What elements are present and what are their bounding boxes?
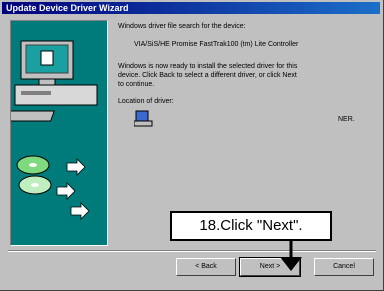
window-title: Update Device Driver Wizard [6,3,129,13]
button-separator [8,250,376,252]
arrow-icon [56,158,90,220]
cancel-button[interactable]: Cancel [314,258,374,276]
cd-disc-icon [16,155,52,195]
title-bar: Update Device Driver Wizard [2,2,380,14]
instruction-callout: 18.Click "Next". [170,211,332,241]
wizard-window: Update Device Driver Wizard Windows driv… [0,0,384,291]
device-name: VIA/SiS/HE Promise FastTrak100 (tm) Lite… [134,41,299,48]
wizard-illustration [0,20,108,246]
callout-text: 18.Click "Next". [199,217,303,234]
next-button[interactable]: Next > [239,257,301,277]
ready-text-1: Windows is now ready to install the sele… [118,63,298,70]
ready-text-2: device. Click Back to select a different… [118,72,297,79]
search-heading: Windows driver file search for the devic… [118,23,246,30]
driver-file-icon [134,110,153,127]
location-path: NER. [338,116,355,123]
location-label: Location of driver: [118,98,174,105]
ready-text-3: to continue. [118,81,155,88]
computer-icon [0,40,98,122]
back-button[interactable]: < Back [176,258,236,276]
